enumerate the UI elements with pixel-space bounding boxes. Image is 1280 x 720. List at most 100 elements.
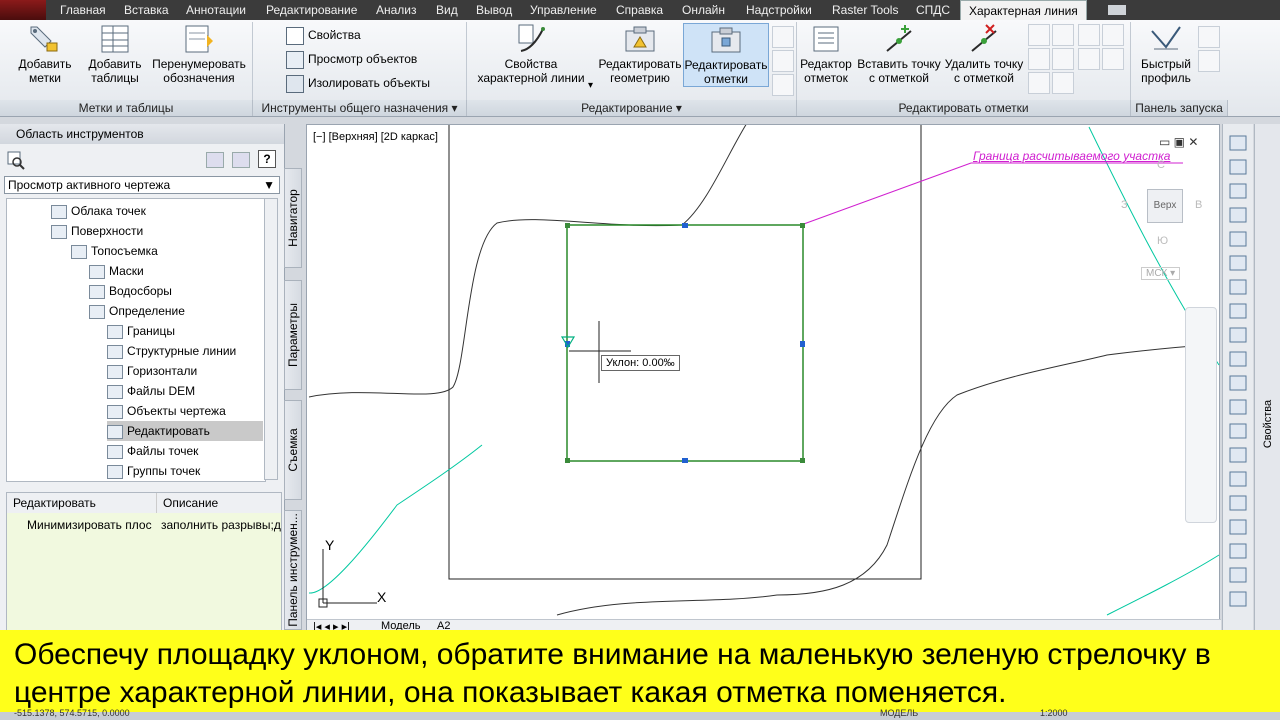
launch-tool-icon-1[interactable] xyxy=(1198,26,1220,48)
tree-item-point-clouds[interactable]: Облака точек xyxy=(51,201,146,221)
add-labels-button[interactable]: Добавить метки xyxy=(14,23,76,85)
panel-title-general-tools[interactable]: Инструменты общего назначения ▾ xyxy=(253,100,467,116)
edit-tool-icon-2[interactable] xyxy=(772,50,794,72)
view-objects-button[interactable]: Просмотр объектов xyxy=(286,48,417,70)
tab-modify[interactable]: Редактирование xyxy=(266,0,357,20)
quick-profile-button[interactable]: Быстрый профиль xyxy=(1136,23,1196,85)
elevation-editor-button[interactable]: Редактор отметок xyxy=(800,23,852,85)
elevation-tool-icon-1[interactable] xyxy=(1028,24,1050,46)
delete-point-icon xyxy=(968,23,1000,55)
tab-home[interactable]: Главная xyxy=(60,0,106,20)
properties-icon xyxy=(286,26,304,45)
compass-south: Ю xyxy=(1157,235,1169,247)
view-select-dropdown[interactable]: Просмотр активного чертежа ▼ xyxy=(4,176,280,194)
tree-item-surfaces[interactable]: Поверхности xyxy=(51,221,143,241)
insert-elevation-point-button[interactable]: Вставить точку с отметкой xyxy=(856,23,942,85)
elevation-tool-icon-9[interactable] xyxy=(1028,72,1050,94)
elevation-tool-icon-5[interactable] xyxy=(1028,48,1050,70)
tab-feature-line[interactable]: Характерная линия xyxy=(960,0,1087,21)
feature-line-properties-button[interactable]: Свойства характерной линии xyxy=(476,23,586,85)
tab-annotate[interactable]: Аннотации xyxy=(186,0,246,20)
properties-side-tab[interactable]: Свойства xyxy=(1254,124,1280,634)
panel-title-edit-elevations: Редактировать отметки xyxy=(797,100,1131,116)
tree-item-definition[interactable]: Определение xyxy=(89,301,185,321)
viewcube-top[interactable]: Верх xyxy=(1147,189,1183,223)
ucs-menu[interactable]: МСК ▾ xyxy=(1141,267,1181,280)
drawing-viewport[interactable]: [−] [Верхняя] [2D каркас] ▭ ▣ ✕ Уклон: 0… xyxy=(306,124,1221,634)
status-scale[interactable]: 1:2000 xyxy=(1040,708,1068,718)
navigation-bar[interactable] xyxy=(1185,307,1217,523)
edit-tool-icon-3[interactable] xyxy=(772,74,794,96)
chevron-down-icon: ▼ xyxy=(263,178,275,192)
tree-item-survey-surface[interactable]: Топосъемка xyxy=(71,241,158,261)
elevation-tool-icon-10[interactable] xyxy=(1052,72,1074,94)
tree-item-contours[interactable]: Горизонтали xyxy=(107,361,197,381)
elevation-tool-icon-6[interactable] xyxy=(1052,48,1074,70)
grid-header-edit[interactable]: Редактировать xyxy=(7,493,157,513)
properties-button[interactable]: Свойства xyxy=(286,24,361,46)
tree-scrollbar[interactable] xyxy=(264,198,278,480)
grid-cell-edit[interactable]: Минимизировать плос xyxy=(7,515,157,535)
tab-spds[interactable]: СПДС xyxy=(916,0,950,20)
search-icon[interactable] xyxy=(6,150,26,170)
tree-item-boundaries[interactable]: Границы xyxy=(107,321,175,341)
tab-raster-tools[interactable]: Raster Tools xyxy=(832,0,898,20)
feature-line-properties-dropdown-icon[interactable]: ▾ xyxy=(588,80,593,91)
tab-view[interactable]: Вид xyxy=(436,0,458,20)
tab-online[interactable]: Онлайн xyxy=(682,0,725,20)
help-icon[interactable]: ? xyxy=(258,150,276,168)
ribbon: Добавить метки Добавить таблицы Перенуме… xyxy=(0,20,1280,117)
tab-analyze[interactable]: Анализ xyxy=(376,0,417,20)
tree-item-dem-files[interactable]: Файлы DEM xyxy=(107,381,195,401)
edit-geometry-button[interactable]: Редактировать геометрию xyxy=(598,23,682,85)
grid-header-description[interactable]: Описание xyxy=(157,493,281,513)
compass-east: В xyxy=(1195,199,1203,211)
tab-toolbox[interactable]: Панель инструмен... xyxy=(284,510,302,630)
ribbon-minimize-icon[interactable] xyxy=(1108,5,1126,15)
tree-item-edits[interactable]: Редактировать xyxy=(107,421,263,441)
tree-item-watersheds[interactable]: Водосборы xyxy=(89,281,172,301)
tab-manage[interactable]: Управление xyxy=(530,0,597,20)
properties-tab-label: Свойства xyxy=(1262,399,1274,449)
tree-item-point-files[interactable]: Файлы точек xyxy=(107,441,198,461)
quick-profile-icon xyxy=(1150,23,1182,55)
tree-item-masks[interactable]: Маски xyxy=(89,261,144,281)
launch-tool-icon-2[interactable] xyxy=(1198,50,1220,72)
edit-geometry-icon xyxy=(624,23,656,55)
renumber-tags-button[interactable]: Перенумеровать обозначения xyxy=(150,23,248,85)
tab-addins[interactable]: Надстройки xyxy=(746,0,812,20)
elevation-tool-icon-7[interactable] xyxy=(1078,48,1100,70)
tab-settings[interactable]: Параметры xyxy=(284,280,302,390)
palette-tool-icon[interactable] xyxy=(206,152,224,168)
elevation-tool-icon-3[interactable] xyxy=(1078,24,1100,46)
tree-item-breaklines[interactable]: Структурные линии xyxy=(107,341,236,361)
edit-tool-icon-1[interactable] xyxy=(772,26,794,48)
status-model[interactable]: МОДЕЛЬ xyxy=(880,708,918,718)
panel-title-editing[interactable]: Редактирование ▾ xyxy=(467,100,797,116)
tab-output[interactable]: Вывод xyxy=(476,0,512,20)
delete-elevation-point-button[interactable]: Удалить точку с отметкой xyxy=(942,23,1026,85)
grid-cell-description[interactable]: заполнить разрывы;до xyxy=(157,515,281,535)
prospector-tree: Облака точек Поверхности Топосъемка Маск… xyxy=(6,198,266,482)
tab-insert[interactable]: Вставка xyxy=(124,0,169,20)
tab-prospector[interactable]: Навигатор xyxy=(284,168,302,268)
detail-grid: Редактировать Описание Минимизировать пл… xyxy=(6,492,282,634)
tree-item-point-groups[interactable]: Группы точек xyxy=(107,461,200,481)
elevation-tool-icon-8[interactable] xyxy=(1102,48,1124,70)
drawing-canvas xyxy=(308,125,1220,616)
compass-north: С xyxy=(1157,159,1165,171)
application-menu-button[interactable] xyxy=(0,0,46,20)
palette-toggle-icon[interactable] xyxy=(232,152,250,168)
tab-survey[interactable]: Съемка xyxy=(284,400,302,500)
add-tables-button[interactable]: Добавить таблицы xyxy=(84,23,146,85)
isolate-icon xyxy=(286,74,304,93)
elevation-tool-icon-4[interactable] xyxy=(1102,24,1124,46)
tab-help[interactable]: Справка xyxy=(616,0,663,20)
subtitle-caption: Обеспечу площадку уклоном, обратите вним… xyxy=(0,630,1280,712)
edit-elevations-icon xyxy=(710,24,742,56)
elevation-tool-icon-2[interactable] xyxy=(1052,24,1074,46)
edit-elevations-button[interactable]: Редактировать отметки xyxy=(683,23,769,87)
isolate-objects-button[interactable]: Изолировать объекты xyxy=(286,72,430,94)
tree-item-drawing-objects[interactable]: Объекты чертежа xyxy=(107,401,226,421)
point-group-icon xyxy=(107,464,123,479)
